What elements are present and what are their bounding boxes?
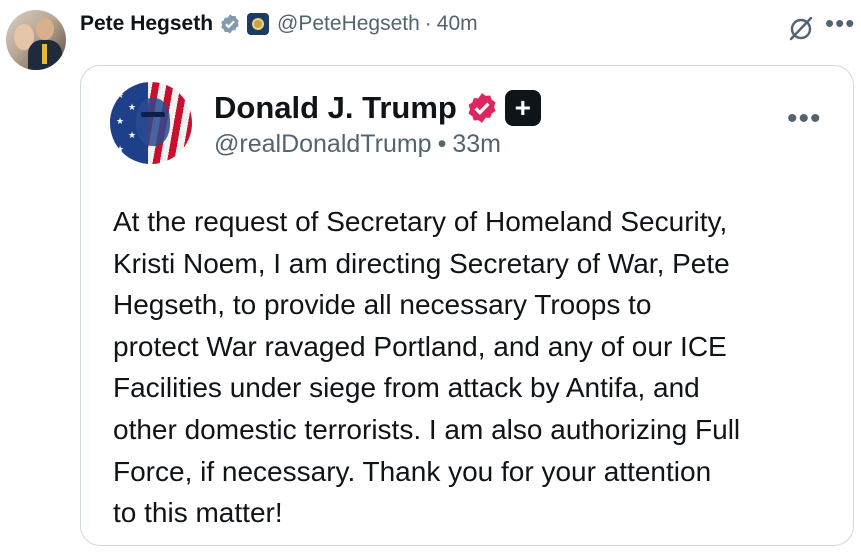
quoted-post-meta: @realDonaldTrump • 33m: [214, 130, 501, 159]
post-header: Pete Hegseth @PeteHegseth · 40m: [80, 9, 478, 39]
post-more-icon[interactable]: •••: [825, 8, 855, 39]
post-timestamp[interactable]: 40m: [437, 12, 478, 36]
verified-badge-gray-icon: [221, 14, 239, 34]
author-name[interactable]: Pete Hegseth: [80, 12, 213, 36]
avatar-star-icon: ★: [128, 102, 137, 112]
quoted-post-text: At the request of Secretary of Homeland …: [113, 206, 741, 529]
author-avatar[interactable]: [6, 10, 66, 70]
government-seal-badge-icon[interactable]: [247, 13, 270, 35]
verified-badge-red-icon: [468, 93, 496, 123]
avatar-portrait: [136, 98, 170, 146]
avatar-person-2: [36, 18, 54, 40]
quoted-author-name[interactable]: Donald J. Trump: [214, 90, 457, 126]
quoted-post-more-icon[interactable]: •••: [787, 104, 822, 134]
author-handle[interactable]: @PeteHegseth: [277, 12, 420, 36]
quoted-author-handle[interactable]: @realDonaldTrump: [214, 130, 432, 158]
truth-plus-badge-icon[interactable]: +: [504, 90, 541, 126]
avatar-star-icon: ★: [128, 130, 137, 140]
avatar-portrait-eyes: [141, 112, 165, 117]
avatar-star-icon: ★: [116, 90, 125, 100]
quoted-post-timestamp[interactable]: 33m: [452, 130, 501, 158]
quoted-post-header: Donald J. Trump +: [214, 86, 541, 130]
quoted-author-avatar[interactable]: ★ ★ ★ ★ ★: [110, 82, 192, 164]
avatar-star-icon: ★: [116, 116, 125, 126]
meta-separator: •: [437, 130, 447, 158]
avatar-tie: [42, 44, 47, 64]
avatar-star-icon: ★: [116, 144, 125, 154]
grok-icon[interactable]: [787, 14, 815, 42]
meta-separator: ·: [424, 12, 432, 35]
